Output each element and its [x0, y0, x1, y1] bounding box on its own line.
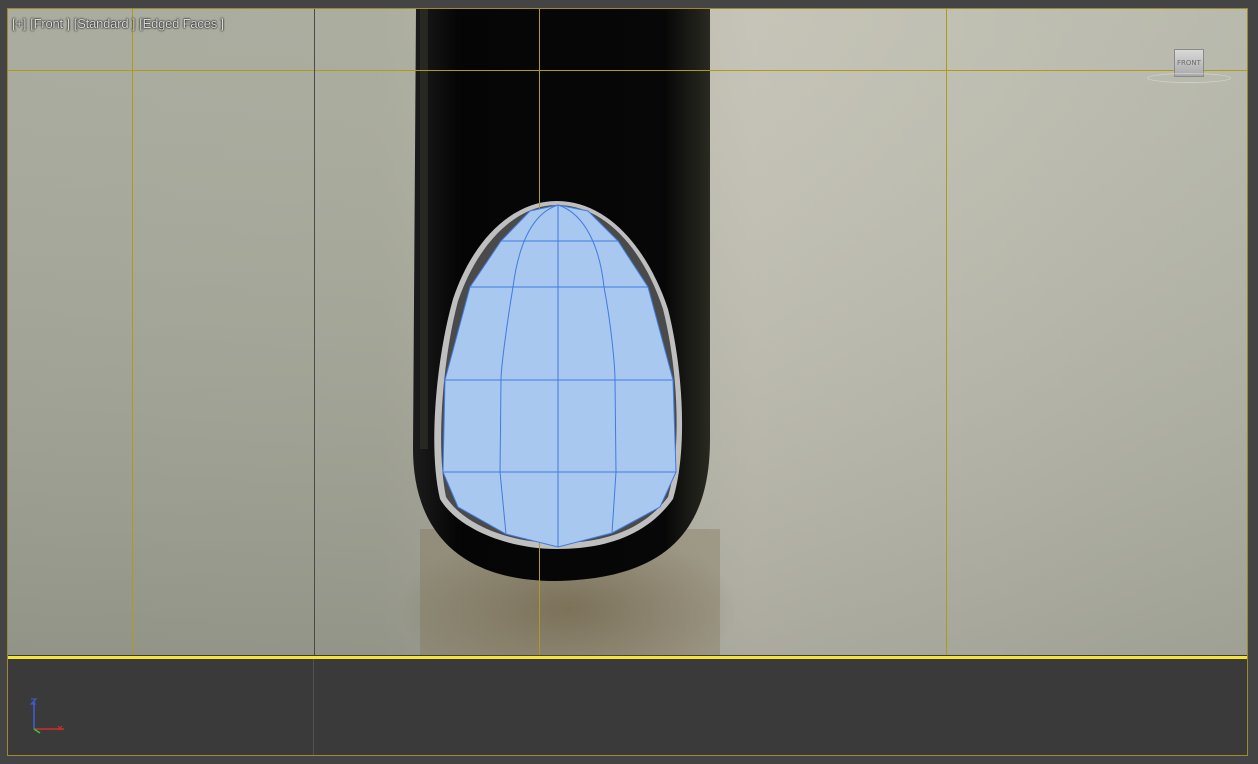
- viewport-label-menu[interactable]: [+] [Front ] [Standard ] [Edged Faces ]: [12, 16, 228, 31]
- viewcube-compass-ring[interactable]: [1147, 73, 1231, 83]
- viewcube[interactable]: FRONT: [1147, 47, 1231, 87]
- viewport-shading-edged-faces-menu[interactable]: [Edged Faces ]: [139, 16, 224, 31]
- panel-divider: [313, 659, 314, 755]
- viewport-scene[interactable]: [8, 9, 1248, 756]
- front-viewport[interactable]: [+] [Front ] [Standard ] [Edged Faces ] FRO…: [7, 8, 1248, 756]
- viewport-shading-standard-menu[interactable]: [Standard ]: [74, 16, 136, 31]
- viewport-point-of-view-menu[interactable]: [Front ]: [30, 16, 70, 31]
- xyz-axis-icon: [29, 698, 64, 734]
- bottom-viewport-panel[interactable]: [8, 656, 1247, 755]
- viewport-general-menu[interactable]: [+]: [12, 16, 26, 31]
